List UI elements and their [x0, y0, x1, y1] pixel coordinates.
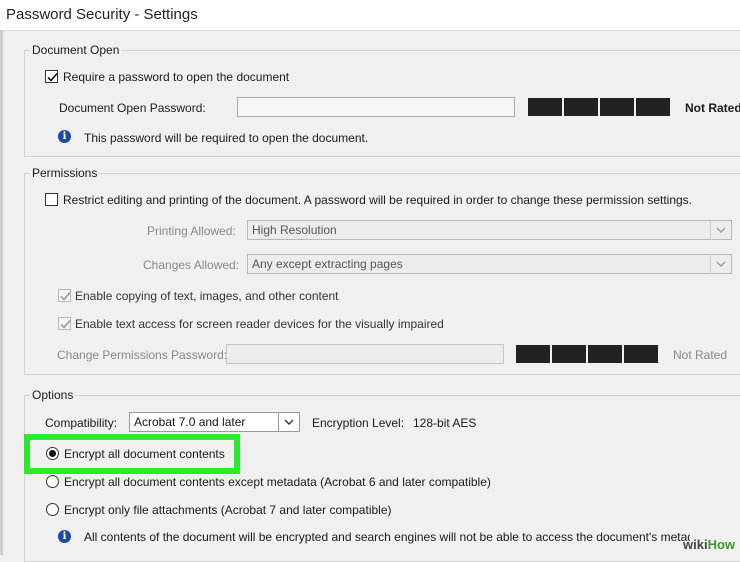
permissions-legend: Permissions [30, 166, 100, 180]
encryption-level-label: Encryption Level: [312, 416, 405, 430]
chevron-down-icon [278, 413, 299, 431]
info-icon: i [58, 130, 71, 143]
radio-encrypt-all[interactable] [46, 447, 59, 460]
options-legend: Options [30, 388, 76, 402]
radio-encrypt-attachments[interactable] [46, 503, 59, 516]
password-strength-meter [528, 98, 670, 116]
window-title: Password Security - Settings [6, 6, 198, 23]
printing-allowed-label: Printing Allowed: [147, 224, 236, 238]
checkmark-icon [47, 72, 58, 82]
wikihow-watermark: wikiHow [683, 537, 735, 552]
document-open-info-text: This password will be required to open t… [84, 131, 369, 145]
chevron-down-icon [710, 255, 731, 273]
compatibility-label: Compatibility: [45, 416, 118, 430]
document-open-legend: Document Open [30, 43, 122, 57]
checkmark-icon [60, 291, 71, 301]
chevron-down-icon [710, 221, 731, 239]
require-password-label[interactable]: Require a password to open the document [63, 70, 289, 84]
require-password-checkbox[interactable] [45, 70, 58, 83]
changes-allowed-value: Any except extracting pages [252, 257, 403, 271]
info-icon: i [58, 530, 71, 543]
permissions-strength-meter [516, 345, 658, 363]
password-strength-text: Not Rated [685, 101, 740, 115]
changes-allowed-label: Changes Allowed: [143, 258, 240, 272]
window-edge [0, 30, 3, 555]
compatibility-select[interactable]: Acrobat 7.0 and later [129, 412, 300, 432]
restrict-editing-label[interactable]: Restrict editing and printing of the doc… [63, 193, 692, 207]
encryption-level-value: 128-bit AES [413, 416, 477, 430]
radio-encrypt-except-metadata[interactable] [46, 475, 59, 488]
enable-copying-label[interactable]: Enable copying of text, images, and othe… [75, 289, 339, 303]
printing-allowed-select[interactable]: High Resolution [247, 220, 732, 240]
document-open-password-label: Document Open Password: [59, 101, 206, 115]
checkmark-icon [60, 319, 71, 329]
document-open-password-field[interactable] [237, 97, 515, 117]
screen-reader-checkbox[interactable] [58, 317, 71, 330]
printing-allowed-value: High Resolution [252, 223, 337, 237]
radio-encrypt-attachments-label[interactable]: Encrypt only file attachments (Acrobat 7… [64, 503, 392, 517]
options-info-text: All contents of the document will be enc… [84, 530, 690, 544]
permissions-strength-text: Not Rated [673, 348, 728, 362]
change-permissions-password-field[interactable] [226, 344, 504, 364]
watermark-suffix: How [707, 537, 736, 552]
compatibility-value: Acrobat 7.0 and later [134, 415, 246, 429]
enable-copying-checkbox[interactable] [58, 289, 71, 302]
restrict-editing-checkbox[interactable] [45, 193, 58, 206]
title-bar: Password Security - Settings [0, 0, 740, 31]
watermark-prefix: wiki [683, 537, 708, 552]
screen-reader-label[interactable]: Enable text access for screen reader dev… [75, 317, 444, 331]
radio-encrypt-all-label[interactable]: Encrypt all document contents [64, 447, 225, 461]
changes-allowed-select[interactable]: Any except extracting pages [247, 254, 732, 274]
change-permissions-password-label: Change Permissions Password: [57, 348, 228, 362]
radio-encrypt-except-metadata-label[interactable]: Encrypt all document contents except met… [64, 475, 491, 489]
